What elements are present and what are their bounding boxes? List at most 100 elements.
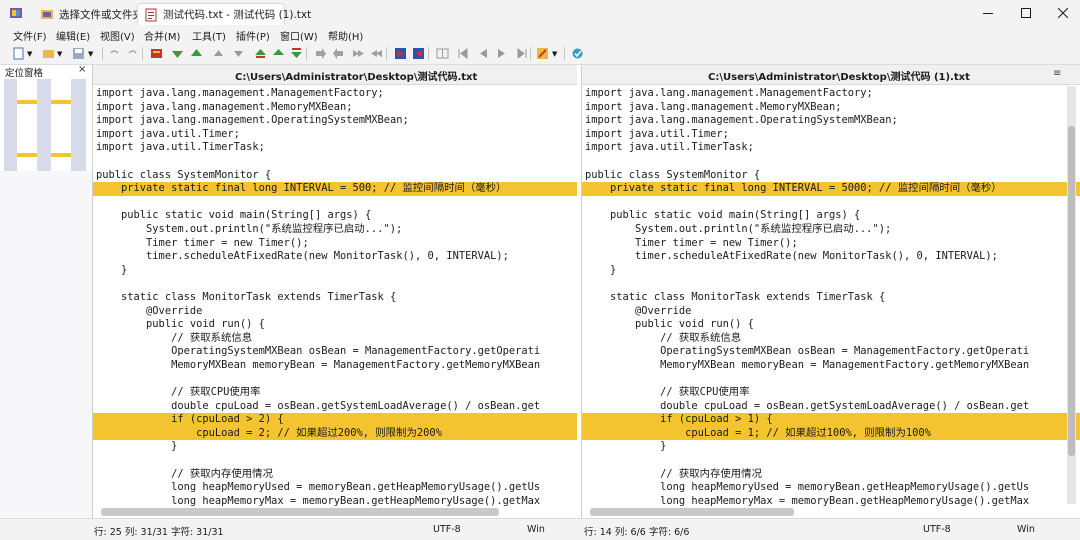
menu-plugins[interactable]: 插件(P) (236, 28, 270, 43)
code-line[interactable]: static class MonitorTask extends TimerTa… (93, 291, 577, 305)
left-file-pane[interactable]: C:\Users\Administrator\Desktop\测试代码.txt … (92, 65, 577, 518)
code-line[interactable]: System.out.println("系统监控程序已启动..."); (93, 223, 577, 237)
maximize-button[interactable] (1016, 4, 1036, 22)
code-line[interactable]: // 获取系统信息 (93, 332, 577, 346)
diff-code-line[interactable]: cpuLoad = 2; // 如果超过200%, 则限制为200% (93, 426, 577, 441)
code-line[interactable] (582, 454, 1080, 468)
step-right-icon[interactable] (496, 47, 509, 60)
code-line[interactable]: static class MonitorTask extends TimerTa… (582, 291, 1080, 305)
menu-file[interactable]: 文件(F) (13, 28, 47, 43)
open-folder-icon[interactable] (42, 47, 55, 60)
options-icon[interactable] (536, 47, 549, 60)
code-line[interactable]: @Override (582, 305, 1080, 319)
code-line[interactable]: import java.util.Timer; (93, 128, 577, 142)
code-line[interactable]: } (93, 264, 577, 278)
code-line[interactable]: import java.lang.management.ManagementFa… (582, 87, 1080, 101)
save-dropdown-arrow-icon[interactable]: ▼ (88, 50, 101, 63)
diff-filter-icon[interactable] (150, 47, 163, 60)
code-line[interactable]: timer.scheduleAtFixedRate(new MonitorTas… (93, 250, 577, 264)
redo-icon[interactable] (126, 47, 139, 60)
menu-merge[interactable]: 合并(M) (144, 28, 180, 43)
code-line[interactable]: import java.lang.management.OperatingSys… (93, 114, 577, 128)
vertical-scrollbar-thumb[interactable] (1068, 126, 1075, 456)
code-line[interactable]: double cpuLoad = osBean.getSystemLoadAve… (93, 400, 577, 414)
vertical-scrollbar[interactable] (1067, 86, 1076, 504)
diff-code-line[interactable]: private static final long INTERVAL = 500… (93, 182, 577, 196)
step-left-icon[interactable] (476, 47, 489, 60)
tab-select-files[interactable]: 选择文件或文件夹 (34, 3, 143, 25)
menu-tools[interactable]: 工具(T) (192, 28, 226, 43)
code-line[interactable]: MemoryMXBean memoryBean = ManagementFact… (93, 359, 577, 373)
next-diff-icon[interactable] (171, 47, 184, 60)
last-diff-icon[interactable] (232, 47, 245, 60)
code-line[interactable]: MemoryMXBean memoryBean = ManagementFact… (582, 359, 1080, 373)
code-line[interactable] (582, 196, 1080, 210)
code-line[interactable]: public class SystemMonitor { (93, 169, 577, 183)
open-dropdown-arrow-icon[interactable]: ▼ (57, 50, 70, 63)
code-line[interactable] (93, 372, 577, 386)
copy-left-advance-icon[interactable] (370, 47, 383, 60)
right-code-view[interactable]: import java.lang.management.ManagementFa… (582, 87, 1080, 508)
code-line[interactable] (582, 372, 1080, 386)
code-line[interactable]: long heapMemoryMax = memoryBean.getHeapM… (582, 495, 1080, 509)
left-code-view[interactable]: import java.lang.management.ManagementFa… (93, 87, 577, 508)
code-line[interactable] (582, 277, 1080, 291)
code-line[interactable]: long heapMemoryUsed = memoryBean.getHeap… (582, 481, 1080, 495)
code-line[interactable]: System.out.println("系统监控程序已启动..."); (582, 223, 1080, 237)
copy-left-icon[interactable] (332, 47, 345, 60)
menu-edit[interactable]: 编辑(E) (56, 28, 90, 43)
right-file-pane[interactable]: C:\Users\Administrator\Desktop\测试代码 (1).… (581, 65, 1080, 518)
prev-diff-icon[interactable] (190, 47, 203, 60)
code-line[interactable]: OperatingSystemMXBean osBean = Managemen… (93, 345, 577, 359)
code-line[interactable] (582, 155, 1080, 169)
menu-help[interactable]: 帮助(H) (328, 28, 363, 43)
code-line[interactable]: long heapMemoryMax = memoryBean.getHeapM… (93, 495, 577, 509)
save-icon[interactable] (72, 47, 85, 60)
diff-code-line[interactable]: private static final long INTERVAL = 500… (582, 182, 1080, 196)
diff-code-line[interactable]: cpuLoad = 1; // 如果超过100%, 则限制为100% (582, 426, 1080, 441)
current-diff-icon[interactable] (254, 47, 267, 60)
code-line[interactable]: import java.util.TimerTask; (582, 141, 1080, 155)
tab-file-compare[interactable]: 测试代码.txt - 测试代码 (1).txt (137, 3, 311, 25)
code-line[interactable]: import java.lang.management.MemoryMXBean… (582, 101, 1080, 115)
copy-all-right-icon[interactable] (394, 47, 407, 60)
new-dropdown-arrow-icon[interactable]: ▼ (27, 50, 40, 63)
code-line[interactable]: public static void main(String[] args) { (582, 209, 1080, 223)
locator-pane[interactable] (4, 79, 86, 207)
diff-code-line[interactable]: if (cpuLoad > 1) { (582, 413, 1080, 427)
refresh-icon[interactable] (571, 47, 584, 60)
copy-right-advance-icon[interactable] (352, 47, 365, 60)
code-line[interactable]: // 获取系统信息 (582, 332, 1080, 346)
locator-close-icon[interactable]: × (78, 64, 86, 75)
diff-code-line[interactable]: if (cpuLoad > 2) { (93, 413, 577, 427)
new-file-icon[interactable] (12, 47, 25, 60)
right-pane-menu-icon[interactable]: ≡ (1053, 68, 1061, 79)
code-line[interactable]: import java.util.TimerTask; (93, 141, 577, 155)
code-line[interactable]: import java.lang.management.MemoryMXBean… (93, 101, 577, 115)
minimize-button[interactable] (978, 4, 998, 22)
right-horizontal-scrollbar[interactable] (590, 508, 794, 516)
code-line[interactable]: public void run() { (93, 318, 577, 332)
code-line[interactable]: import java.lang.management.ManagementFa… (93, 87, 577, 101)
copy-right-icon[interactable] (314, 47, 327, 60)
code-line[interactable] (93, 196, 577, 210)
code-line[interactable]: public class SystemMonitor { (582, 169, 1080, 183)
close-button[interactable] (1053, 4, 1073, 22)
pane-split-icon[interactable] (436, 47, 449, 60)
code-line[interactable]: import java.lang.management.OperatingSys… (582, 114, 1080, 128)
code-line[interactable]: public void run() { (582, 318, 1080, 332)
code-line[interactable]: // 获取CPU使用率 (93, 386, 577, 400)
undo-icon[interactable] (108, 47, 121, 60)
code-line[interactable] (93, 454, 577, 468)
move-right-icon[interactable] (516, 47, 529, 60)
code-line[interactable]: Timer timer = new Timer(); (582, 237, 1080, 251)
left-horizontal-scrollbar[interactable] (101, 508, 499, 516)
copy-all-left-icon[interactable] (412, 47, 425, 60)
move-left-icon[interactable] (456, 47, 469, 60)
code-line[interactable]: } (93, 440, 577, 454)
code-line[interactable]: } (582, 440, 1080, 454)
first-diff-icon[interactable] (212, 47, 225, 60)
code-line[interactable]: timer.scheduleAtFixedRate(new MonitorTas… (582, 250, 1080, 264)
code-line[interactable]: OperatingSystemMXBean osBean = Managemen… (582, 345, 1080, 359)
code-line[interactable]: long heapMemoryUsed = memoryBean.getHeap… (93, 481, 577, 495)
